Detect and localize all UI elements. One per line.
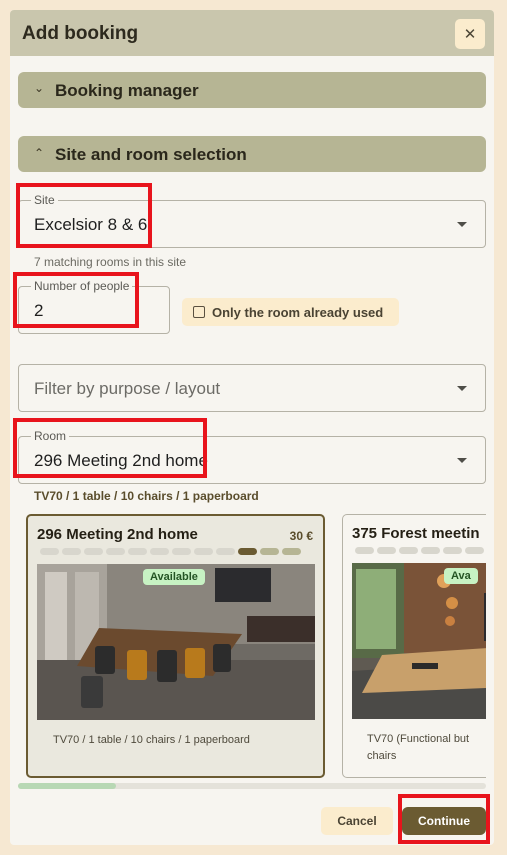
occupancy-pip	[377, 547, 396, 554]
dialog-header: Add booking ✕	[10, 10, 494, 56]
only-room-used-label: Only the room already used	[212, 305, 384, 320]
occupancy-pip	[399, 547, 418, 554]
only-room-used-toggle[interactable]: Only the room already used	[182, 298, 399, 326]
occupancy-pip	[443, 547, 462, 554]
dropdown-caret-icon	[457, 222, 467, 227]
occupancy-pip	[172, 548, 191, 555]
cancel-button[interactable]: Cancel	[321, 807, 393, 835]
room-card-price: 30 €	[289, 529, 313, 543]
site-hint: 7 matching rooms in this site	[34, 255, 187, 269]
close-button[interactable]: ✕	[455, 19, 485, 49]
occupancy-pip	[421, 547, 440, 554]
room-card-name: 296 Meeting 2nd home	[37, 526, 198, 543]
room-select[interactable]: Room 296 Meeting 2nd home	[18, 429, 486, 484]
close-icon: ✕	[463, 26, 477, 43]
occupancy-pip	[238, 548, 257, 555]
people-count-input[interactable]: Number of people 2	[18, 279, 170, 334]
occupancy-pip	[194, 548, 213, 555]
occupancy-pip	[128, 548, 147, 555]
room-card-description-line: TV70 (Functional but	[367, 733, 470, 745]
occupancy-pip	[260, 548, 279, 555]
availability-badge: Available	[143, 569, 205, 585]
people-legend: Number of people	[31, 279, 133, 293]
occupancy-pip	[40, 548, 59, 555]
occupancy-pip	[282, 548, 301, 555]
site-value: Excelsior 8 & 6	[34, 215, 148, 234]
chevron-down-icon: ⌄	[34, 81, 45, 95]
add-booking-dialog: Add booking ✕ ⌄ Booking manager ⌃ Site a…	[10, 10, 494, 845]
people-value: 2	[34, 301, 44, 320]
accordion-label: Site and room selection	[55, 145, 247, 164]
occupancy-pip	[216, 548, 235, 555]
room-description: TV70 / 1 table / 10 chairs / 1 paperboar…	[34, 489, 259, 503]
dialog-title: Add booking	[22, 23, 139, 44]
occupancy-pip	[150, 548, 169, 555]
occupancy-indicator	[40, 548, 301, 555]
room-photo: Ava	[352, 563, 486, 719]
room-card-name: 375 Forest meetin	[352, 525, 480, 542]
room-card-296[interactable]: 296 Meeting 2nd home 30 € Available TV70…	[26, 514, 325, 778]
occupancy-pip	[84, 548, 103, 555]
accordion-booking-manager[interactable]: ⌄ Booking manager	[18, 72, 486, 108]
purpose-filter-select[interactable]: Filter by purpose / layout	[18, 364, 486, 412]
room-legend: Room	[31, 429, 70, 443]
checkbox-icon[interactable]	[193, 306, 205, 318]
room-card-description-line: chairs	[367, 750, 397, 762]
occupancy-pip	[355, 547, 374, 554]
dropdown-caret-icon	[457, 386, 467, 391]
room-card-description: TV70 / 1 table / 10 chairs / 1 paperboar…	[53, 734, 250, 746]
site-legend: Site	[31, 193, 58, 207]
room-card-description: TV70 (Functional but chairs	[367, 731, 486, 765]
room-carousel: 296 Meeting 2nd home 30 € Available TV70…	[18, 514, 486, 784]
occupancy-pip	[465, 547, 484, 554]
carousel-scrollbar[interactable]	[18, 783, 486, 789]
site-select[interactable]: Site Excelsior 8 & 6	[18, 193, 486, 248]
scrollbar-thumb[interactable]	[18, 783, 117, 789]
accordion-site-room-selection[interactable]: ⌃ Site and room selection	[18, 136, 486, 172]
dropdown-caret-icon	[457, 458, 467, 463]
accordion-label: Booking manager	[55, 81, 199, 100]
occupancy-indicator	[355, 547, 484, 554]
occupancy-pip	[106, 548, 125, 555]
room-card-375[interactable]: 375 Forest meetin Ava TV70 (Functional b…	[342, 514, 486, 778]
room-value: 296 Meeting 2nd home	[34, 451, 208, 470]
availability-badge: Ava	[444, 568, 478, 584]
occupancy-pip	[62, 548, 81, 555]
continue-button[interactable]: Continue	[402, 807, 486, 835]
purpose-placeholder: Filter by purpose / layout	[34, 379, 221, 398]
room-photo: Available	[37, 564, 315, 720]
chevron-up-icon: ⌃	[34, 146, 45, 160]
